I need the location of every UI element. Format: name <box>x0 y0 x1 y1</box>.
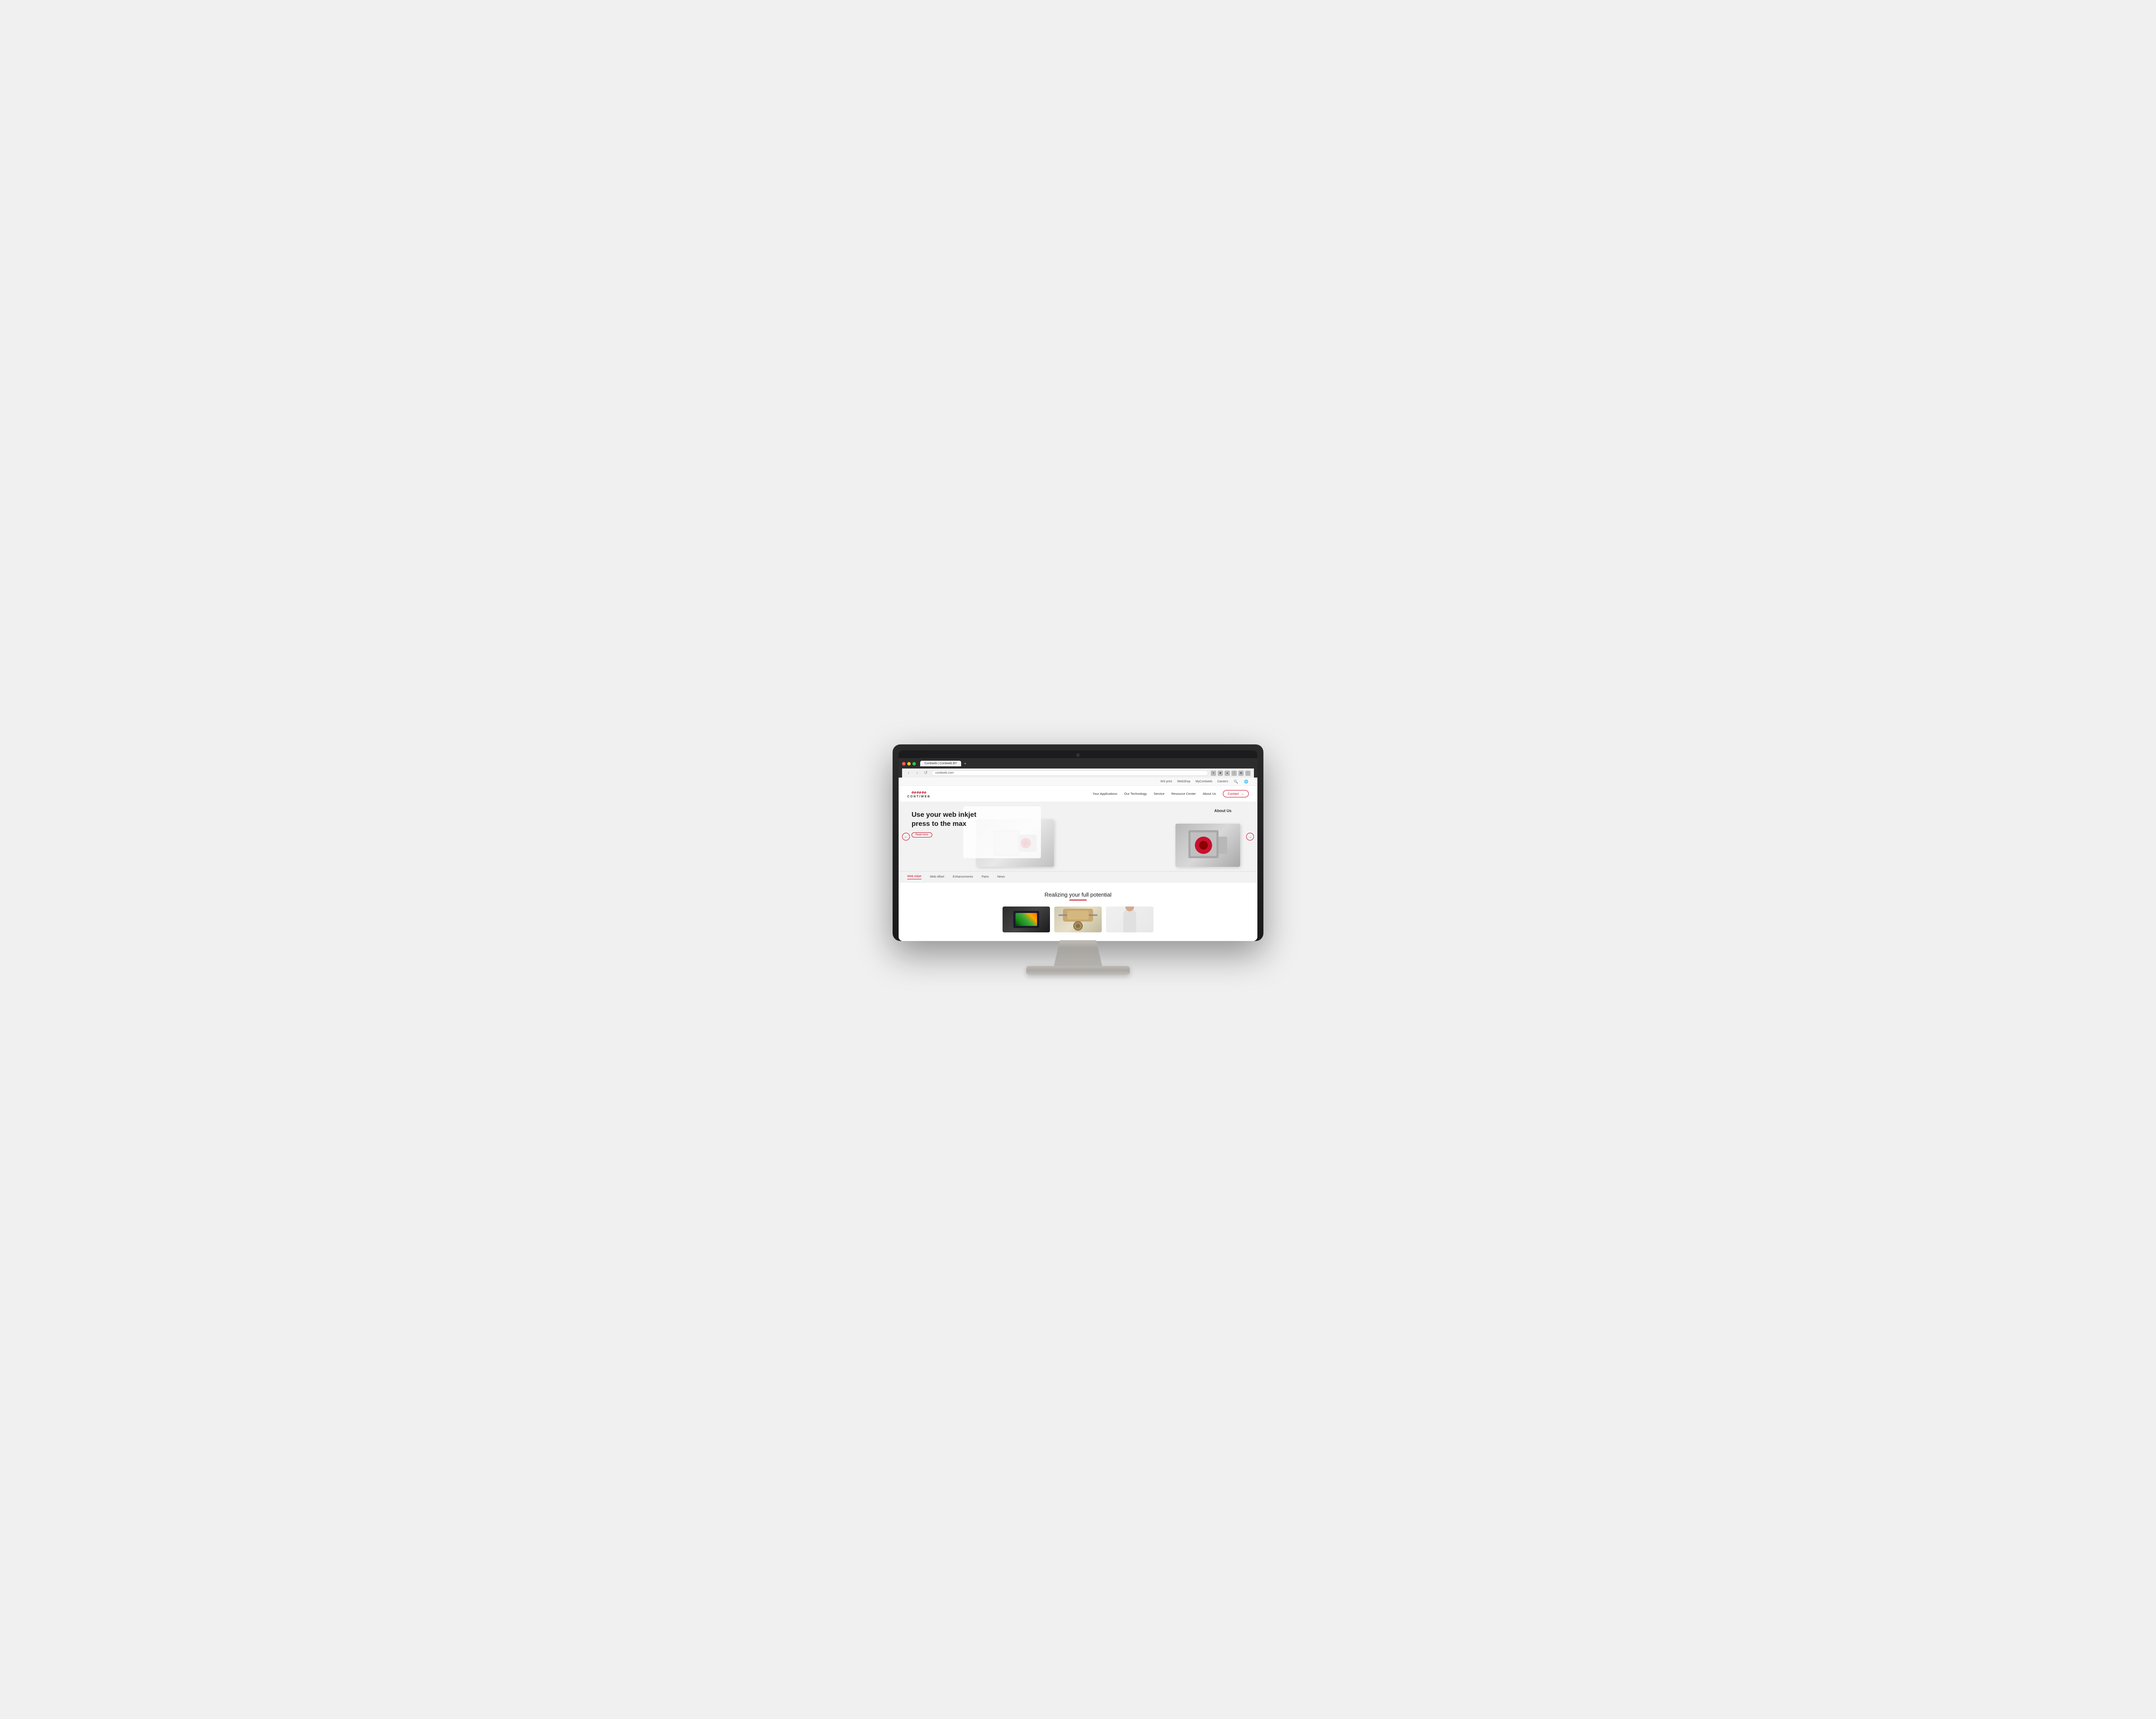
nav-our-technology[interactable]: Our Technology <box>1124 792 1147 796</box>
close-button[interactable] <box>902 762 906 765</box>
back-button[interactable]: ‹ <box>906 771 912 775</box>
card-row <box>907 907 1249 932</box>
category-tabs: Web inkjet Web offset Enhancements Parts… <box>899 871 1257 883</box>
contact-label: Contact <box>1228 792 1239 796</box>
machine-right <box>1175 824 1240 867</box>
logo[interactable]: ∾∾∾ CONTIWEB <box>907 789 931 798</box>
traffic-lights <box>902 762 916 765</box>
logo-text: CONTIWEB <box>907 795 931 798</box>
person-head <box>1125 907 1134 911</box>
download-icon[interactable]: ↓ <box>1232 771 1237 776</box>
camera-dot <box>1076 753 1080 757</box>
left-arrow-icon: ← <box>904 835 908 839</box>
nav-resource-center[interactable]: Resource Center <box>1172 792 1196 796</box>
card-monitor-image <box>1003 907 1050 932</box>
utility-link-mycontiweb[interactable]: MyContiweb <box>1196 780 1213 783</box>
monitor-base <box>1026 966 1130 975</box>
contact-arrow-icon: → <box>1241 792 1244 796</box>
monitor-shell: Contiweb | Contiweb BY + ‹ › ↺ contiweb.… <box>893 744 1263 941</box>
monitor-bezel: Contiweb | Contiweb BY + ‹ › ↺ contiweb.… <box>899 750 1257 941</box>
monitor-screen <box>1015 913 1037 926</box>
new-tab-button[interactable]: + <box>961 762 969 766</box>
nav-service[interactable]: Service <box>1154 792 1165 796</box>
scene: Contiweb | Contiweb BY + ‹ › ↺ contiweb.… <box>884 744 1272 975</box>
forward-button[interactable]: › <box>914 771 920 775</box>
utility-bar: WS print WebShop MyContiweb Careers 🔍 🌐 <box>899 778 1257 786</box>
potential-title: Realizing your full potential <box>907 891 1249 898</box>
hero-title: Use your web inkjet press to the max <box>912 811 981 829</box>
nav-links: Your Applications Our Technology Service… <box>1093 790 1249 797</box>
cat-tab-news[interactable]: News <box>997 875 1005 879</box>
maximize-button[interactable] <box>912 762 916 765</box>
card-parts[interactable] <box>1054 907 1102 932</box>
utility-link-webshop[interactable]: WebShop <box>1177 780 1191 783</box>
cat-tab-web-offset[interactable]: Web offset <box>930 875 944 879</box>
potential-section: Realizing your full potential <box>899 883 1257 941</box>
website-content: WS print WebShop MyContiweb Careers 🔍 🌐 … <box>899 778 1257 941</box>
nav-about-us[interactable]: About Us <box>1203 792 1216 796</box>
monitor-stand <box>1048 940 1108 966</box>
monitor-shape <box>1013 911 1039 928</box>
machine-right-svg <box>1186 828 1229 863</box>
minimize-button[interactable] <box>907 762 911 765</box>
read-more-button[interactable]: Read more <box>912 832 932 838</box>
right-arrow-icon: → <box>1248 835 1252 839</box>
nav-your-applications[interactable]: Your Applications <box>1093 792 1117 796</box>
globe-icon[interactable]: 🌐 <box>1244 779 1249 784</box>
utility-link-careers[interactable]: Careers <box>1217 780 1228 783</box>
hero-section: Use your web inkjet press to the max Rea… <box>899 802 1257 871</box>
cat-tab-enhancements[interactable]: Enhancements <box>953 875 973 879</box>
browser-nav-bar: ‹ › ↺ contiweb.com ● ◆ ▲ ↓ ◉ ⋮ <box>902 769 1254 778</box>
address-bar[interactable]: contiweb.com <box>931 770 1208 776</box>
card-monitor[interactable] <box>1003 907 1050 932</box>
browser-chrome: Contiweb | Contiweb BY + ‹ › ↺ contiweb.… <box>899 758 1257 778</box>
main-navigation: ∾∾∾ CONTIWEB Your Applications Our Techn… <box>899 786 1257 802</box>
extension-icon-2[interactable]: ◆ <box>1218 771 1223 776</box>
browser-toolbar-icons: ● ◆ ▲ ↓ ◉ ⋮ <box>1211 771 1250 776</box>
logo-icon: ∾∾∾ <box>911 789 926 795</box>
hero-text-block: Use your web inkjet press to the max Rea… <box>912 811 981 838</box>
person-body <box>1123 909 1136 932</box>
extension-icon-3[interactable]: ▲ <box>1225 771 1230 776</box>
parts-svg <box>1054 907 1102 932</box>
cat-tab-web-inkjet[interactable]: Web inkjet <box>907 875 921 879</box>
utility-link-ws-print[interactable]: WS print <box>1160 780 1172 783</box>
card-service[interactable] <box>1106 907 1153 932</box>
card-person-image <box>1106 907 1153 932</box>
browser-tabs: Contiweb | Contiweb BY + <box>920 761 969 766</box>
cat-tab-parts[interactable]: Parts <box>981 875 988 879</box>
hero-prev-arrow[interactable]: ← <box>902 833 910 841</box>
contact-button[interactable]: Contact → <box>1223 790 1249 797</box>
search-icon[interactable]: 🔍 <box>1233 779 1238 784</box>
hero-next-arrow[interactable]: → <box>1246 833 1254 841</box>
refresh-button[interactable]: ↺ <box>923 771 929 775</box>
profile-icon[interactable]: ◉ <box>1238 771 1244 776</box>
active-tab[interactable]: Contiweb | Contiweb BY <box>920 761 961 766</box>
browser-toolbar: Contiweb | Contiweb BY + <box>902 761 1254 769</box>
extension-icon-1[interactable]: ● <box>1211 771 1216 776</box>
card-parts-image <box>1054 907 1102 932</box>
more-options-icon[interactable]: ⋮ <box>1245 771 1250 776</box>
